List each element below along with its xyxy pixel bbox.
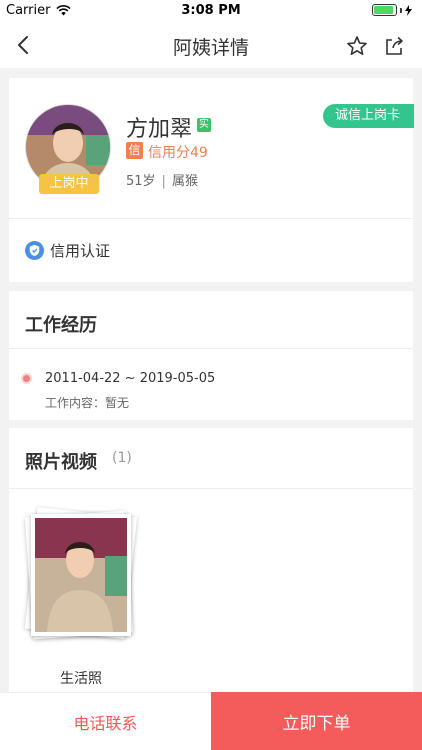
- clock: 3:08 PM: [181, 3, 241, 18]
- photo-count: (1): [112, 450, 132, 466]
- photo-image: [35, 518, 127, 632]
- section-title: 工作经历: [25, 315, 97, 336]
- credit-badge: 信: [126, 142, 143, 159]
- bottom-action-bar: 电话联系 立即下单: [0, 692, 422, 750]
- photo-album[interactable]: [24, 507, 138, 640]
- photo-thumbnail: [31, 514, 131, 636]
- status-bar: Carrier 3:08 PM: [0, 0, 422, 22]
- status-tag: 上岗中: [39, 174, 99, 194]
- profile-card: 上岗中 方加翠 实 信 信用分49 51岁 | 属猴 诚信上岗卡 信用认证: [9, 78, 414, 282]
- real-name-badge: 实: [197, 118, 211, 132]
- zodiac: 属猴: [171, 174, 198, 189]
- divider: [9, 348, 413, 349]
- nav-bar: 阿姨详情: [0, 22, 422, 68]
- battery-icon: [372, 4, 412, 16]
- order-now-button[interactable]: 立即下单: [211, 692, 422, 750]
- age: 51岁: [126, 174, 156, 189]
- credit-score: 信用分49: [148, 145, 208, 161]
- timeline-dot: [23, 375, 30, 382]
- verify-label: 信用认证: [50, 242, 111, 260]
- caregiver-name: 方加翠: [126, 117, 193, 142]
- phone-contact-button[interactable]: 电话联系: [0, 692, 211, 750]
- work-date-range: 2011-04-22 ~ 2019-05-05: [45, 371, 216, 386]
- work-content: 工作内容：暂无: [45, 396, 130, 410]
- section-title: 照片视频: [25, 452, 97, 473]
- photo-label: 生活照: [60, 671, 102, 687]
- work-history-card: 工作经历 2011-04-22 ~ 2019-05-05 工作内容：暂无: [9, 291, 413, 420]
- integrity-card-ribbon[interactable]: 诚信上岗卡: [322, 104, 414, 128]
- divider: [9, 218, 413, 219]
- photos-card: 照片视频 (1) 生活照: [9, 428, 413, 708]
- share-icon[interactable]: [382, 34, 406, 58]
- star-icon[interactable]: [345, 34, 369, 58]
- credit-verification[interactable]: 信用认证: [25, 240, 110, 261]
- age-zodiac: 51岁 | 属猴: [126, 174, 198, 189]
- shield-icon: [25, 241, 44, 260]
- divider: [9, 488, 413, 489]
- charging-icon: [405, 4, 412, 16]
